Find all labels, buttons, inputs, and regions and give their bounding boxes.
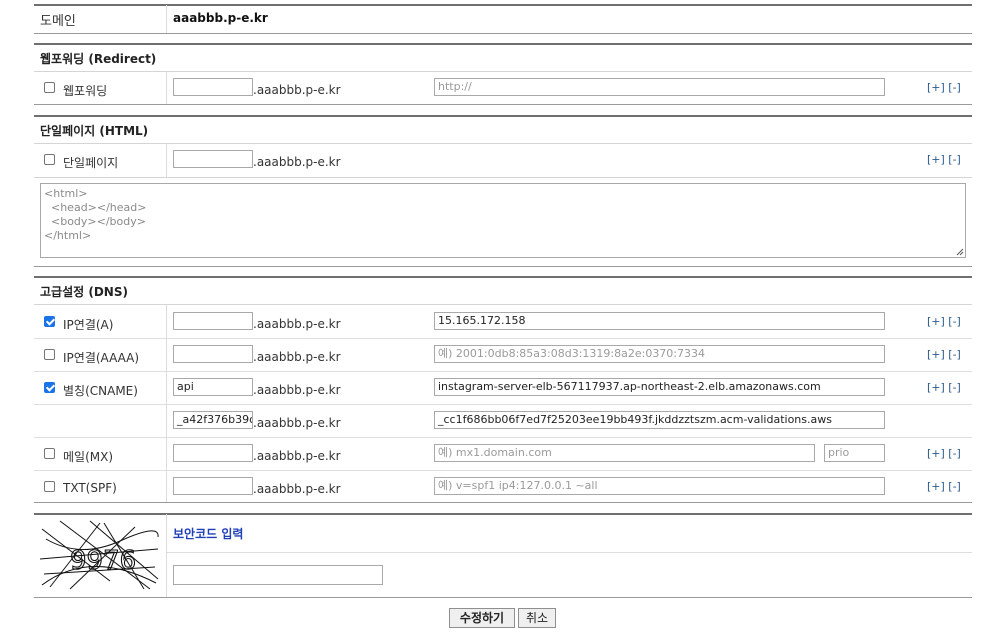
cancel-button[interactable]: 취소 <box>518 608 556 628</box>
cname-record-value-input[interactable]: instagram-server-elb-567117937.ap-northe… <box>434 378 885 396</box>
resize-grip-icon[interactable] <box>956 248 964 256</box>
txt-record-checkbox[interactable] <box>44 481 55 492</box>
a-record-value-input[interactable]: 15.165.172.158 <box>434 312 885 330</box>
txt-record-label: TXT(SPF) <box>63 481 117 495</box>
add-remove-links[interactable]: [+] [-] <box>927 153 961 166</box>
html-textarea[interactable]: <html> <head></head> <body></body> </htm… <box>40 183 966 258</box>
row-divider <box>34 371 972 372</box>
section-border <box>34 115 972 117</box>
domain-suffix: .aaabbb.p-e.kr <box>253 155 341 169</box>
add-remove-links[interactable]: [+] [-] <box>927 348 961 361</box>
domain-suffix: .aaabbb.p-e.kr <box>253 317 341 331</box>
divider <box>34 143 972 144</box>
single-page-header: 단일페이지 (HTML) <box>40 124 149 138</box>
captcha-image: 9976 <box>40 519 160 591</box>
single-page-label: 단일페이지 <box>63 156 119 170</box>
html-line: <body></body> <box>44 215 146 228</box>
add-remove-links[interactable]: [+] [-] <box>927 447 961 460</box>
cname-record-checkbox[interactable] <box>44 382 55 393</box>
txt-record-subdomain-input[interactable] <box>173 477 253 495</box>
domain-suffix: .aaabbb.p-e.kr <box>253 449 341 463</box>
divider <box>34 597 972 598</box>
column-divider <box>166 72 167 104</box>
captcha-input[interactable] <box>173 565 383 585</box>
domain-suffix: .aaabbb.p-e.kr <box>253 350 341 364</box>
dns-header: 고급설정 (DNS) <box>40 285 128 299</box>
mx-record-checkbox[interactable] <box>44 448 55 459</box>
add-remove-links[interactable]: [+] [-] <box>927 315 961 328</box>
mx-prio-input[interactable]: prio <box>824 444 885 462</box>
cname-extra-subdomain-input[interactable]: _a42f376b39c <box>173 411 253 429</box>
divider <box>34 304 972 305</box>
aaaa-record-label: IP연결(AAAA) <box>63 351 140 365</box>
a-record-label: IP연결(A) <box>63 318 114 332</box>
html-line: <head></head> <box>44 201 147 214</box>
aaaa-record-subdomain-input[interactable] <box>173 345 253 363</box>
add-remove-links[interactable]: [+] [-] <box>927 81 961 94</box>
aaaa-record-value-input[interactable]: 예) 2001:0db8:85a3:08d3:1319:8a2e:0370:73… <box>434 345 885 363</box>
mx-record-value-input[interactable]: 예) mx1.domain.com <box>434 444 815 462</box>
cname-record-subdomain-input[interactable]: api <box>173 378 253 396</box>
domain-label: 도메인 <box>40 14 76 29</box>
html-line: <html> <box>44 187 88 200</box>
row-divider <box>34 404 972 405</box>
divider <box>34 71 972 72</box>
a-record-subdomain-input[interactable] <box>173 312 253 330</box>
section-border <box>34 276 972 278</box>
column-divider <box>166 5 167 33</box>
section-border <box>34 513 972 515</box>
web-forwarding-checkbox[interactable] <box>44 82 55 93</box>
domain-suffix: .aaabbb.p-e.kr <box>253 416 341 430</box>
web-forwarding-subdomain-input[interactable] <box>173 78 253 96</box>
add-remove-links[interactable]: [+] [-] <box>927 480 961 493</box>
mx-record-label: 메일(MX) <box>63 450 114 464</box>
divider <box>34 502 972 503</box>
domain-suffix: .aaabbb.p-e.kr <box>253 83 341 97</box>
row-divider <box>34 470 972 471</box>
row-divider <box>34 437 972 438</box>
divider <box>34 266 972 267</box>
domain-suffix: .aaabbb.p-e.kr <box>253 482 341 496</box>
single-page-checkbox[interactable] <box>44 154 55 165</box>
captcha-title: 보안코드 입력 <box>173 527 244 541</box>
column-divider <box>166 514 167 597</box>
domain-suffix: .aaabbb.p-e.kr <box>253 383 341 397</box>
aaaa-record-checkbox[interactable] <box>44 349 55 360</box>
divider <box>166 552 972 553</box>
web-forwarding-header: 웹포워딩 (Redirect) <box>40 52 157 66</box>
txt-record-value-input[interactable]: 예) v=spf1 ip4:127.0.0.1 ~all <box>434 477 885 495</box>
add-remove-links[interactable]: [+] [-] <box>927 381 961 394</box>
column-divider <box>166 144 167 177</box>
section-border <box>34 43 972 45</box>
cname-record-label: 별칭(CNAME) <box>63 384 138 398</box>
top-border <box>34 4 972 6</box>
cname-extra-value-input[interactable]: _cc1f686bb06f7ed7f25203ee19bb493f.jkddzz… <box>434 411 885 429</box>
redirect-url-input[interactable]: http:// <box>434 78 885 96</box>
domain-value: aaabbb.p-e.kr <box>173 11 268 25</box>
a-record-checkbox[interactable] <box>44 316 55 327</box>
web-forwarding-label: 웹포워딩 <box>63 84 108 98</box>
mx-record-subdomain-input[interactable] <box>173 444 253 462</box>
divider <box>34 33 972 34</box>
html-line: </html> <box>44 229 92 242</box>
divider <box>34 177 972 178</box>
captcha-code: 9976 <box>70 546 136 576</box>
single-page-subdomain-input[interactable] <box>173 150 253 168</box>
row-divider <box>34 338 972 339</box>
submit-button[interactable]: 수정하기 <box>449 608 515 628</box>
divider <box>34 104 972 105</box>
